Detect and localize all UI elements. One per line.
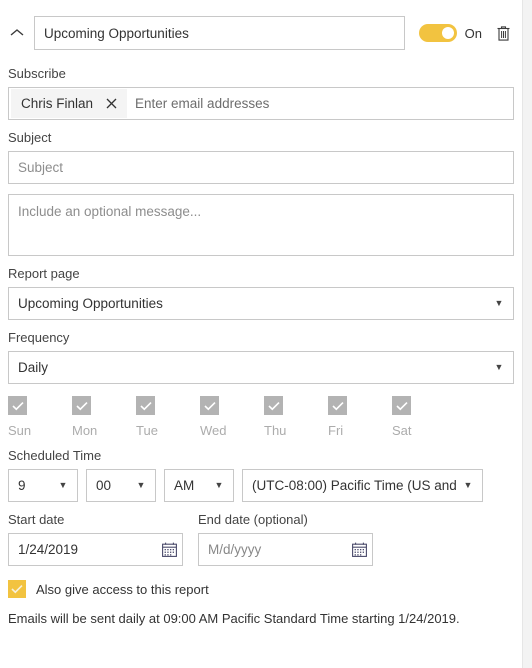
frequency-value: Daily — [18, 360, 49, 375]
start-date-field[interactable] — [8, 533, 183, 566]
day-fri[interactable]: Fri — [328, 396, 392, 438]
subscription-panel: On Subscribe Chris Finlan — [0, 0, 522, 668]
day-thu[interactable]: Thu — [264, 396, 328, 438]
end-date-field[interactable] — [198, 533, 373, 566]
subscription-form: Subscribe Chris Finlan Subject Report pa… — [0, 66, 522, 627]
meridiem-value: AM — [174, 478, 195, 493]
report-page-label: Report page — [8, 266, 80, 281]
hour-select[interactable]: 9 ▼ — [8, 469, 78, 502]
hour-value: 9 — [18, 478, 26, 493]
chevron-down-icon: ▼ — [58, 480, 68, 490]
day-checkbox-wed[interactable] — [200, 396, 219, 415]
day-label-mon: Mon — [72, 423, 98, 438]
close-icon[interactable] — [103, 96, 119, 112]
chevron-down-icon: ▼ — [136, 480, 146, 490]
subject-label: Subject — [8, 130, 52, 145]
chevron-down-icon: ▼ — [494, 298, 504, 308]
day-label-sun: Sun — [8, 423, 32, 438]
start-date-group: Start date — [8, 512, 183, 566]
day-checkbox-tue[interactable] — [136, 396, 155, 415]
day-checkbox-mon[interactable] — [72, 396, 91, 415]
report-page-value: Upcoming Opportunities — [18, 296, 163, 311]
frequency-label: Frequency — [8, 330, 70, 345]
day-sat[interactable]: Sat — [392, 396, 456, 438]
day-checkbox-thu[interactable] — [264, 396, 283, 415]
enable-toggle[interactable] — [418, 24, 457, 42]
scheduled-time-group: 9 ▼ 00 ▼ AM ▼ (UTC-08:00) Pacific Time (… — [8, 469, 514, 502]
timezone-select[interactable]: (UTC-08:00) Pacific Time (US and C ▼ — [242, 469, 483, 502]
enable-toggle-group: On — [418, 24, 482, 42]
minute-select[interactable]: 00 ▼ — [86, 469, 156, 502]
day-label-sat: Sat — [392, 423, 412, 438]
chevron-down-icon: ▼ — [463, 480, 473, 490]
toggle-state-label: On — [464, 25, 482, 41]
recipient-name: Chris Finlan — [21, 96, 94, 111]
give-access-label: Also give access to this report — [36, 581, 209, 597]
minute-value: 00 — [96, 478, 112, 493]
day-checkbox-fri[interactable] — [328, 396, 347, 415]
day-label-thu: Thu — [264, 423, 287, 438]
start-date-label: Start date — [8, 512, 65, 527]
date-range-group: Start date 1/24/2019 End date (optional)… — [8, 512, 514, 566]
recipient-chip: Chris Finlan — [11, 89, 128, 118]
chevron-up-icon[interactable] — [4, 20, 30, 46]
day-sun[interactable]: Sun — [8, 396, 72, 438]
subject-input[interactable] — [8, 151, 514, 184]
trash-icon[interactable] — [492, 21, 514, 45]
day-mon[interactable]: Mon — [72, 396, 136, 438]
day-label-fri: Fri — [328, 423, 344, 438]
chevron-down-icon: ▼ — [494, 362, 504, 372]
subscribe-label: Subscribe — [8, 66, 66, 81]
scheduled-time-label: Scheduled Time — [8, 448, 102, 463]
vertical-scrollbar[interactable] — [522, 0, 532, 668]
end-date-group: End date (optional) — [198, 512, 373, 566]
day-label-wed: Wed — [200, 423, 227, 438]
end-date-label: End date (optional) — [198, 512, 308, 527]
start-date-input[interactable] — [9, 534, 156, 565]
day-tue[interactable]: Tue — [136, 396, 200, 438]
timezone-value: (UTC-08:00) Pacific Time (US and C — [252, 478, 460, 493]
subscribe-recipients-field[interactable]: Chris Finlan — [8, 87, 514, 120]
report-page-select[interactable]: Upcoming Opportunities ▼ — [8, 287, 514, 320]
day-checkbox-sat[interactable] — [392, 396, 411, 415]
give-access-checkbox[interactable] — [8, 580, 26, 598]
schedule-summary-text: Emails will be sent daily at 09:00 AM Pa… — [8, 611, 460, 626]
end-date-input[interactable] — [199, 534, 346, 565]
email-address-input[interactable] — [129, 89, 511, 118]
chevron-down-icon: ▼ — [214, 480, 224, 490]
day-label-tue: Tue — [136, 423, 158, 438]
give-access-row[interactable]: Also give access to this report — [8, 580, 514, 598]
meridiem-select[interactable]: AM ▼ — [164, 469, 234, 502]
calendar-icon[interactable] — [156, 534, 182, 565]
day-checkbox-sun[interactable] — [8, 396, 27, 415]
message-textarea[interactable] — [8, 194, 514, 256]
frequency-select[interactable]: Daily ▼ — [8, 351, 514, 384]
toggle-knob — [441, 27, 454, 39]
day-wed[interactable]: Wed — [200, 396, 264, 438]
subscription-title-input[interactable] — [34, 16, 405, 50]
day-of-week-group: Sun Mon Tue Wed Thu Fri Sat — [8, 396, 514, 438]
calendar-icon[interactable] — [346, 534, 372, 565]
subscription-header: On — [0, 10, 522, 56]
